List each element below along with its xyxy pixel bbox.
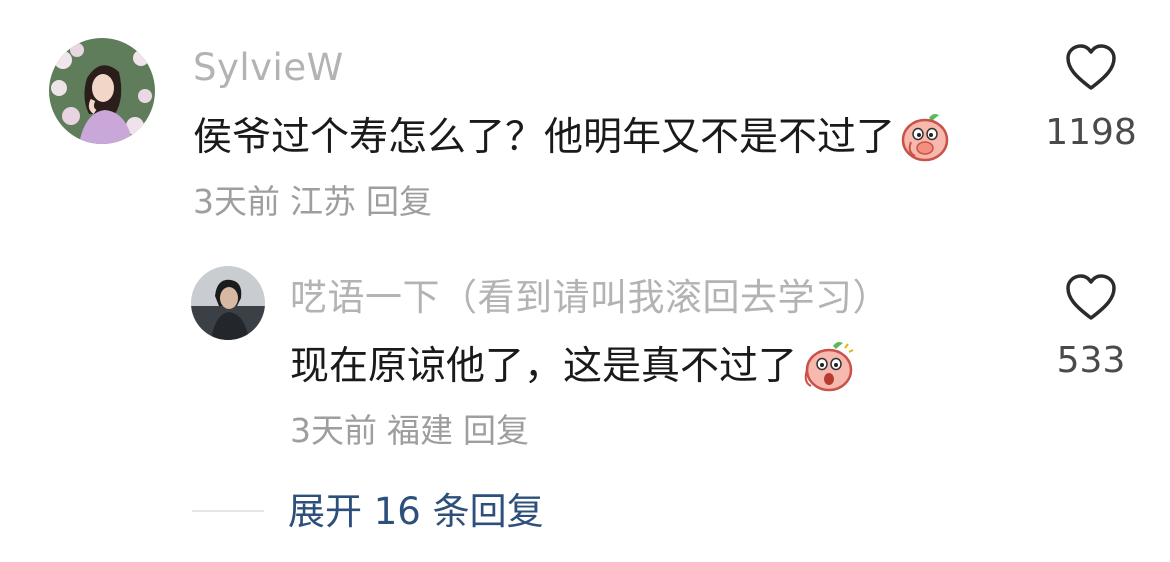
reply-meta: 3天前 福建 回复 xyxy=(290,414,529,447)
comment-text: 侯爷过个寿怎么了？他明年又不是不过了 xyxy=(193,112,951,162)
reply-time: 3天前 xyxy=(290,411,377,450)
comment-location: 江苏 xyxy=(290,182,356,221)
comment-username[interactable]: SylvieW xyxy=(193,49,344,86)
avatar[interactable] xyxy=(191,266,265,340)
like-count: 1198 xyxy=(1045,112,1137,153)
comment-text-content: 侯爷过个寿怎么了？他明年又不是不过了 xyxy=(193,114,896,160)
peach-emoji-icon xyxy=(899,112,951,162)
like-heart-icon[interactable] xyxy=(1065,274,1117,322)
expand-divider xyxy=(192,510,264,512)
expand-replies-button[interactable]: 展开 16 条回复 xyxy=(288,493,544,530)
avatar[interactable] xyxy=(49,38,155,144)
reply-text-content: 现在原谅他了，这是真不过了 xyxy=(290,343,798,389)
comment-time: 3天前 xyxy=(193,182,280,221)
like-count: 533 xyxy=(1056,340,1126,381)
reply-username[interactable]: 呓语一下（看到请叫我滚回去学习） xyxy=(290,279,890,316)
reply-text: 现在原谅他了，这是真不过了 xyxy=(290,340,855,392)
reply-item: 呓语一下（看到请叫我滚回去学习） 现在原谅他了，这是真不过了 3天前 福建 回复 xyxy=(0,250,1170,460)
like-heart-icon[interactable] xyxy=(1065,44,1117,92)
peach-shocked-emoji-icon xyxy=(801,340,855,392)
reply-button[interactable]: 回复 xyxy=(463,414,529,447)
comment-meta: 3天前 江苏 回复 xyxy=(193,185,432,218)
reply-location: 福建 xyxy=(387,411,453,450)
reply-button[interactable]: 回复 xyxy=(366,185,432,218)
comment-item: SylvieW 侯爷过个寿怎么了？他明年又不是不过了 3天前 江苏 回复 119… xyxy=(0,0,1170,240)
